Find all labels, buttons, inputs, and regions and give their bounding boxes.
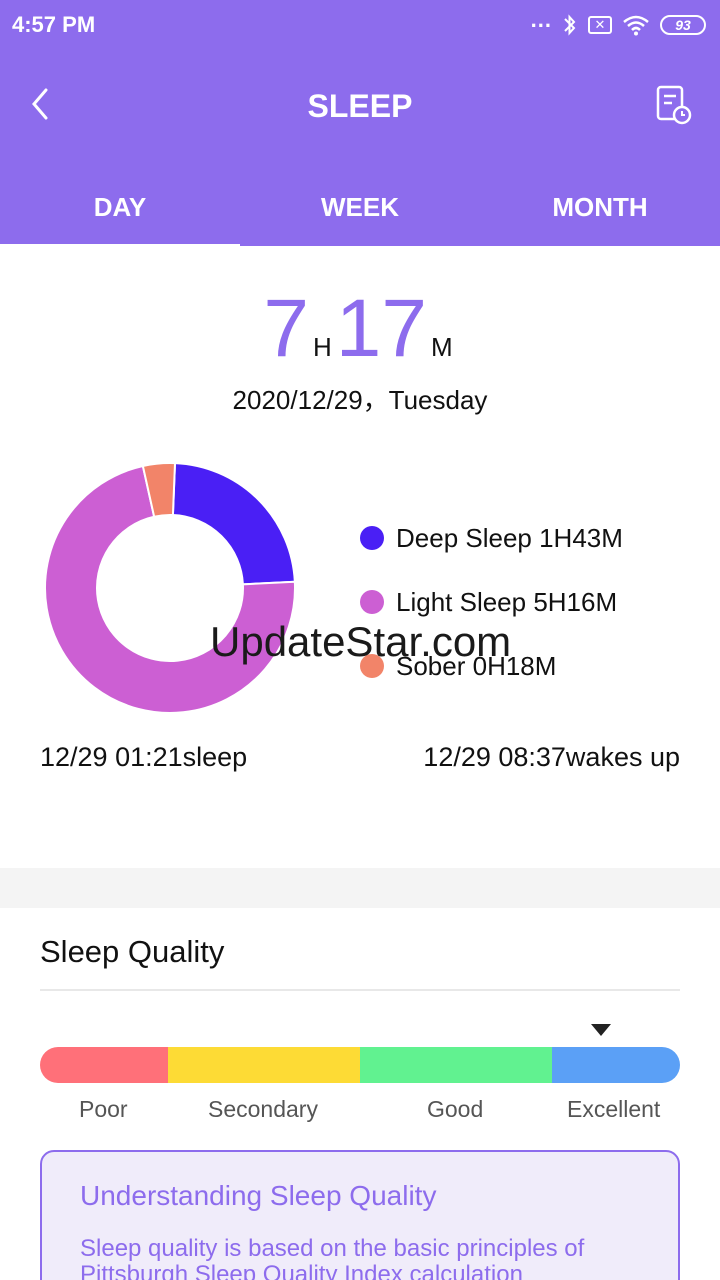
legend-label: Deep Sleep 1H43M	[396, 522, 623, 553]
report-history-icon[interactable]	[654, 84, 694, 126]
status-bar: 4:57 PM ... ✕ 93	[0, 0, 720, 50]
wake-up-time: 12/29 08:37wakes up	[423, 742, 680, 772]
watermark: UpdateStar.com	[210, 618, 512, 665]
deep-sleep-dot	[360, 526, 384, 550]
info-title: Understanding Sleep Quality	[80, 1180, 437, 1211]
total-sleep-duration: 7 H17 M	[0, 282, 720, 376]
wifi-icon	[623, 15, 649, 36]
battery-icon: 93	[660, 15, 706, 35]
understanding-quality-card[interactable]: Understanding Sleep Quality Sleep qualit…	[40, 1150, 680, 1280]
bluetooth-icon	[564, 14, 576, 36]
hours-value: 7	[263, 283, 309, 374]
sleep-start-time: 12/29 01:21sleep	[40, 742, 248, 772]
quality-label-excellent: Excellent	[567, 1096, 661, 1122]
quality-marker-icon	[591, 1024, 611, 1036]
quality-segment-good	[360, 1047, 552, 1083]
info-body: Sleep quality is based on the basic prin…	[80, 1235, 585, 1280]
page-title: SLEEP	[307, 88, 413, 124]
sleep-donut-chart	[44, 462, 296, 714]
quality-label-secondary: Secondary	[208, 1096, 318, 1122]
sleep-date: 2020/12/29，Tuesday	[232, 385, 488, 415]
hours-unit: H	[312, 332, 332, 362]
quality-label-good: Good	[427, 1096, 484, 1122]
minutes-unit: M	[430, 332, 453, 362]
sleep-quality-bar	[40, 1047, 680, 1083]
quality-segment-poor	[40, 1047, 168, 1083]
tab-month[interactable]: MONTH	[480, 180, 720, 246]
sleep-quality-divider	[40, 989, 680, 991]
light-sleep-dot	[360, 590, 384, 614]
sleep-legend: Deep Sleep 1H43M Light Sleep 5H16M Sober…	[360, 506, 623, 698]
legend-deep-sleep: Deep Sleep 1H43M	[360, 506, 623, 570]
status-time: 4:57 PM	[12, 12, 96, 37]
tab-day[interactable]: DAY	[0, 180, 240, 248]
header: SLEEP DAY WEEK MONTH	[0, 50, 720, 248]
quality-segment-excellent	[552, 1047, 680, 1083]
tab-week[interactable]: WEEK	[240, 180, 480, 246]
quality-label-poor: Poor	[79, 1096, 128, 1122]
sleep-quality-title: Sleep Quality	[40, 934, 225, 969]
minutes-value: 17	[335, 283, 427, 374]
status-icons: ... ✕ 93	[530, 7, 706, 40]
donut-slice-deep-sleep	[171, 462, 296, 586]
legend-label: Light Sleep 5H16M	[396, 586, 618, 617]
sim-disabled-icon: ✕	[588, 16, 612, 34]
more-dots-icon: ...	[530, 7, 552, 32]
section-divider	[0, 868, 720, 908]
period-tabs: DAY WEEK MONTH	[0, 180, 720, 248]
quality-segment-secondary	[168, 1047, 360, 1083]
